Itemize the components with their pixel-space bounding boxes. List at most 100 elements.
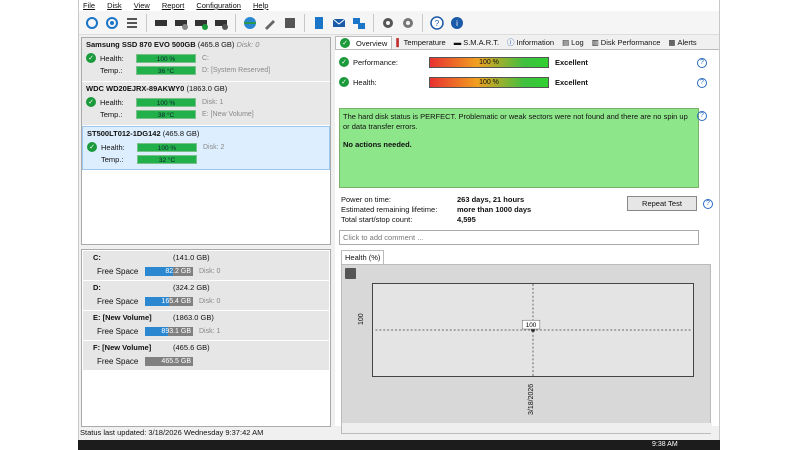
disk-number: Disk: 2 xyxy=(203,143,225,151)
drive-item[interactable]: C: (141.0 GB) Free Space 82.2 GB Disk: 0 xyxy=(83,251,329,280)
health-bar: 100 % xyxy=(137,142,197,152)
drive-name: F: [New Volume] xyxy=(93,343,152,352)
free-space-bar: 165.4 GB xyxy=(145,296,193,306)
disk-number: Disk: 0 xyxy=(199,297,221,305)
drive-name: D: xyxy=(93,283,101,292)
drive-size: (465.6 GB) xyxy=(173,343,210,352)
gear-icon[interactable] xyxy=(379,14,397,32)
drive-name: C: xyxy=(93,253,101,262)
menu-help[interactable]: Help xyxy=(253,1,268,10)
menu-report[interactable]: Report xyxy=(162,1,185,10)
mail-icon[interactable] xyxy=(330,14,348,32)
chart-plot: 100 xyxy=(372,283,694,377)
toolbar-separator xyxy=(304,13,305,32)
list-icon[interactable] xyxy=(123,14,141,32)
toolbar-separator xyxy=(235,13,236,32)
free-space-bar: 82.2 GB xyxy=(145,266,193,276)
temp-bar: 36 °C xyxy=(136,65,196,75)
refresh-all-icon[interactable] xyxy=(103,14,121,32)
toolbar: ? i xyxy=(79,11,719,35)
tab-smart[interactable]: ▬ S.M.A.R.T. xyxy=(450,36,503,49)
tab-disk-performance[interactable]: ▥ Disk Performance xyxy=(588,36,665,49)
menu-file[interactable]: File xyxy=(83,1,95,10)
drive-list: C: (141.0 GB) Free Space 82.2 GB Disk: 0 D:… xyxy=(81,249,331,427)
performance-rating: Excellent xyxy=(555,57,588,67)
disk-item-selected[interactable]: ST500LT012-1DG142 (465.8 GB) ✓ Health: 100… xyxy=(82,126,330,170)
help-icon[interactable]: ? xyxy=(697,58,707,68)
tab-log[interactable]: ▤ Log xyxy=(558,36,588,49)
disk-item[interactable]: WDC WD20EJRX-89AKWY0 (1863.0 GB) ✓ Health… xyxy=(82,82,330,126)
svg-text:i: i xyxy=(456,19,458,28)
drive-item[interactable]: E: [New Volume] (1863.0 GB) Free Space 893… xyxy=(83,311,329,340)
tab-bar: ✓ Overview ▌ Temperature ▬ S.M.A.R.T. ⓘ Info… xyxy=(335,36,719,50)
disk-list: Samsung SSD 870 EVO 500GB (465.8 GB) Dis… xyxy=(81,37,331,245)
tab-overview[interactable]: ✓ Overview xyxy=(335,36,393,49)
disk-number: Disk: 0 xyxy=(199,267,221,275)
tab-temperature[interactable]: ▌ Temperature xyxy=(392,36,449,49)
tab-label: Alerts xyxy=(677,38,697,47)
free-space-label: Free Space xyxy=(97,326,139,336)
check-icon: ✓ xyxy=(339,77,349,87)
health-bar: 100 % xyxy=(429,76,549,88)
tab-alerts[interactable]: ▦ Alerts xyxy=(664,36,700,49)
power-on-value: 263 days, 21 hours xyxy=(457,195,525,204)
disk-check-icon[interactable] xyxy=(192,14,210,32)
tab-label: S.M.A.R.T. xyxy=(463,38,500,47)
refresh-icon[interactable] xyxy=(83,14,101,32)
drive-size: (324.2 GB) xyxy=(173,283,210,292)
disk-name: Samsung SSD 870 EVO 500GB xyxy=(86,40,196,49)
report-icon[interactable] xyxy=(310,14,328,32)
start-stop-value: 4,595 xyxy=(457,215,476,224)
tab-label: Temperature xyxy=(403,38,446,47)
start-stop-label: Total start/stop count: xyxy=(341,215,413,224)
save-icon[interactable] xyxy=(281,14,299,32)
menu-configuration[interactable]: Configuration xyxy=(196,1,241,10)
disk-icon: ▬ xyxy=(453,38,462,47)
help-icon[interactable]: ? xyxy=(697,78,707,88)
free-space-label: Free Space xyxy=(97,356,139,366)
alerts-icon: ▦ xyxy=(668,38,676,47)
horizontal-scrollbar[interactable] xyxy=(342,423,712,433)
taskbar: 9:38 AM xyxy=(78,440,720,450)
menu-view[interactable]: View xyxy=(134,1,150,10)
tab-health-graph[interactable]: Health (%) xyxy=(341,250,385,264)
temp-label: Temp.: xyxy=(100,109,123,119)
save-icon[interactable] xyxy=(345,268,356,279)
check-icon: ✓ xyxy=(87,142,97,152)
about-icon[interactable]: i xyxy=(448,14,466,32)
data-label: 100 xyxy=(526,322,537,329)
health-label: Health: xyxy=(101,142,125,152)
tab-information[interactable]: ⓘ Information xyxy=(503,36,558,49)
performance-bar: 100 % xyxy=(429,56,549,68)
menu-disk[interactable]: Disk xyxy=(107,1,122,10)
health-graph: 100 100 3/18/2026 xyxy=(341,264,712,434)
disk-number: Disk: 0 xyxy=(236,40,260,49)
drive-item[interactable]: F: [New Volume] (465.6 GB) Free Space 465.… xyxy=(83,341,329,370)
y-tick-label: 100 xyxy=(358,313,365,325)
help-icon[interactable]: ? xyxy=(703,199,713,209)
help-icon[interactable]: ? xyxy=(428,14,446,32)
tools-icon[interactable] xyxy=(261,14,279,32)
gear-alt-icon[interactable] xyxy=(399,14,417,32)
x-tick-label: 3/18/2026 xyxy=(528,383,535,415)
network-icon[interactable] xyxy=(350,14,368,32)
health-row: ✓ Health: 100 % Excellent xyxy=(339,75,588,89)
right-pane: ✓ Overview ▌ Temperature ▬ S.M.A.R.T. ⓘ Info… xyxy=(335,36,719,434)
free-space-bar: 893.1 GB xyxy=(145,326,193,336)
free-space-value: 893.1 GB xyxy=(161,327,191,335)
disk-number: Disk: 1 xyxy=(199,327,221,335)
drive-item[interactable]: D: (324.2 GB) Free Space 165.4 GB Disk: 0 xyxy=(83,281,329,310)
comment-input[interactable]: Click to add comment ... xyxy=(339,230,699,245)
check-icon: ✓ xyxy=(86,53,96,63)
help-icon[interactable]: ? xyxy=(697,111,707,121)
tab-label: Disk Performance xyxy=(600,38,661,47)
toolbar-separator xyxy=(146,13,147,32)
repeat-test-button[interactable]: Repeat Test xyxy=(627,196,697,211)
disk-item[interactable]: Samsung SSD 870 EVO 500GB (465.8 GB) Dis… xyxy=(82,38,330,82)
disk-settings-icon[interactable] xyxy=(212,14,230,32)
volume-label: D: [System Reserved] xyxy=(202,66,271,74)
globe-icon[interactable] xyxy=(241,14,259,32)
disk-icon[interactable] xyxy=(152,14,170,32)
toolbar-separator xyxy=(373,13,374,32)
disk-info-icon[interactable] xyxy=(172,14,190,32)
